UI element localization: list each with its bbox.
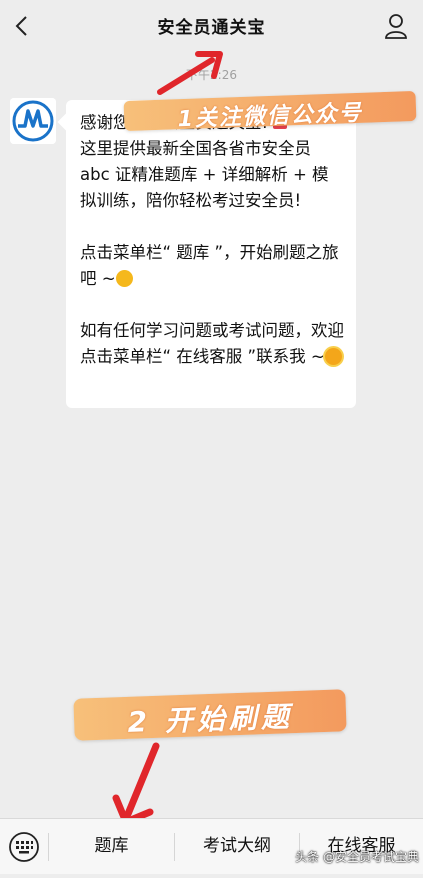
arrow-2-icon [112, 742, 160, 826]
message-line-support: 如有任何学习问题或考试问题，欢迎点击菜单栏“ 在线客服 ”联系我 ~ [80, 321, 344, 366]
menu-item-quiz-bank[interactable]: 题库 [49, 819, 174, 874]
watermark: 头条 @安全员考试宝典 [295, 850, 419, 864]
user-icon[interactable] [383, 12, 409, 40]
account-logo-icon [10, 98, 56, 144]
face-emoji-icon [115, 270, 133, 287]
annotation-step1-text: 1关注微信公众号 [177, 100, 364, 133]
annotation-step2: 2 开始刷题 [73, 689, 347, 741]
message-line-quiz: 点击菜单栏“ 题库 ”，开始刷题之旅吧 ~ [80, 243, 339, 288]
keyboard-icon[interactable] [0, 819, 48, 874]
top-bar: 安全员通关宝 [0, 0, 423, 52]
page-title: 安全员通关宝 [157, 18, 266, 38]
message-line-intro: 这里提供最新全国各省市安全员 abc 证精准题库 + 详细解析 + 模拟训练，陪… [80, 139, 329, 210]
annotation-step2-text: 2 开始刷题 [127, 700, 294, 739]
bottom-menu-bar: 题库 考试大纲 在线客服 [0, 818, 423, 874]
menu-item-online-service[interactable]: 在线客服 [300, 819, 423, 874]
account-avatar[interactable] [10, 98, 56, 144]
arrow-1-icon [157, 51, 223, 95]
sun-emoji-icon [324, 348, 342, 365]
message-bubble: 感谢您关注安全员通关宝! 这里提供最新全国各省市安全员 abc 证精准题库 + … [66, 100, 356, 408]
menu-item-exam-outline[interactable]: 考试大纲 [175, 819, 299, 874]
